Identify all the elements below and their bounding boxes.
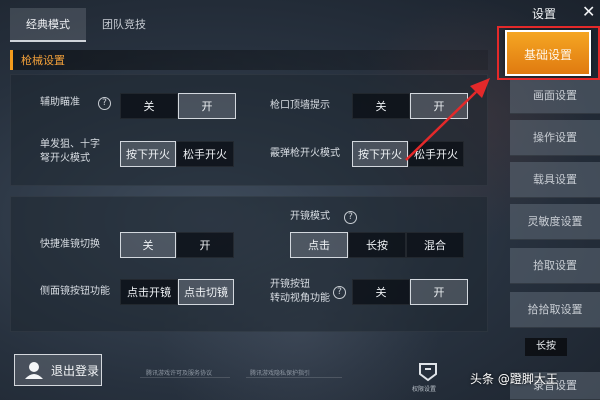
watermark: 头条 @蹬脚大王: [470, 372, 558, 386]
privacy-policy-link[interactable]: 腾讯游戏隐私保护指引: [250, 368, 310, 377]
license-agreement-link[interactable]: 腾讯游戏许可及服务协议: [146, 368, 212, 377]
divider: [246, 377, 342, 378]
annotation-arrow-icon: [405, 78, 490, 161]
permission-icon[interactable]: [416, 360, 440, 384]
user-icon: [25, 362, 43, 379]
divider: [140, 377, 230, 378]
logout-button[interactable]: 退出登录: [14, 354, 102, 386]
permission-settings-label: 权限设置: [412, 386, 437, 393]
logout-label: 退出登录: [51, 363, 100, 378]
